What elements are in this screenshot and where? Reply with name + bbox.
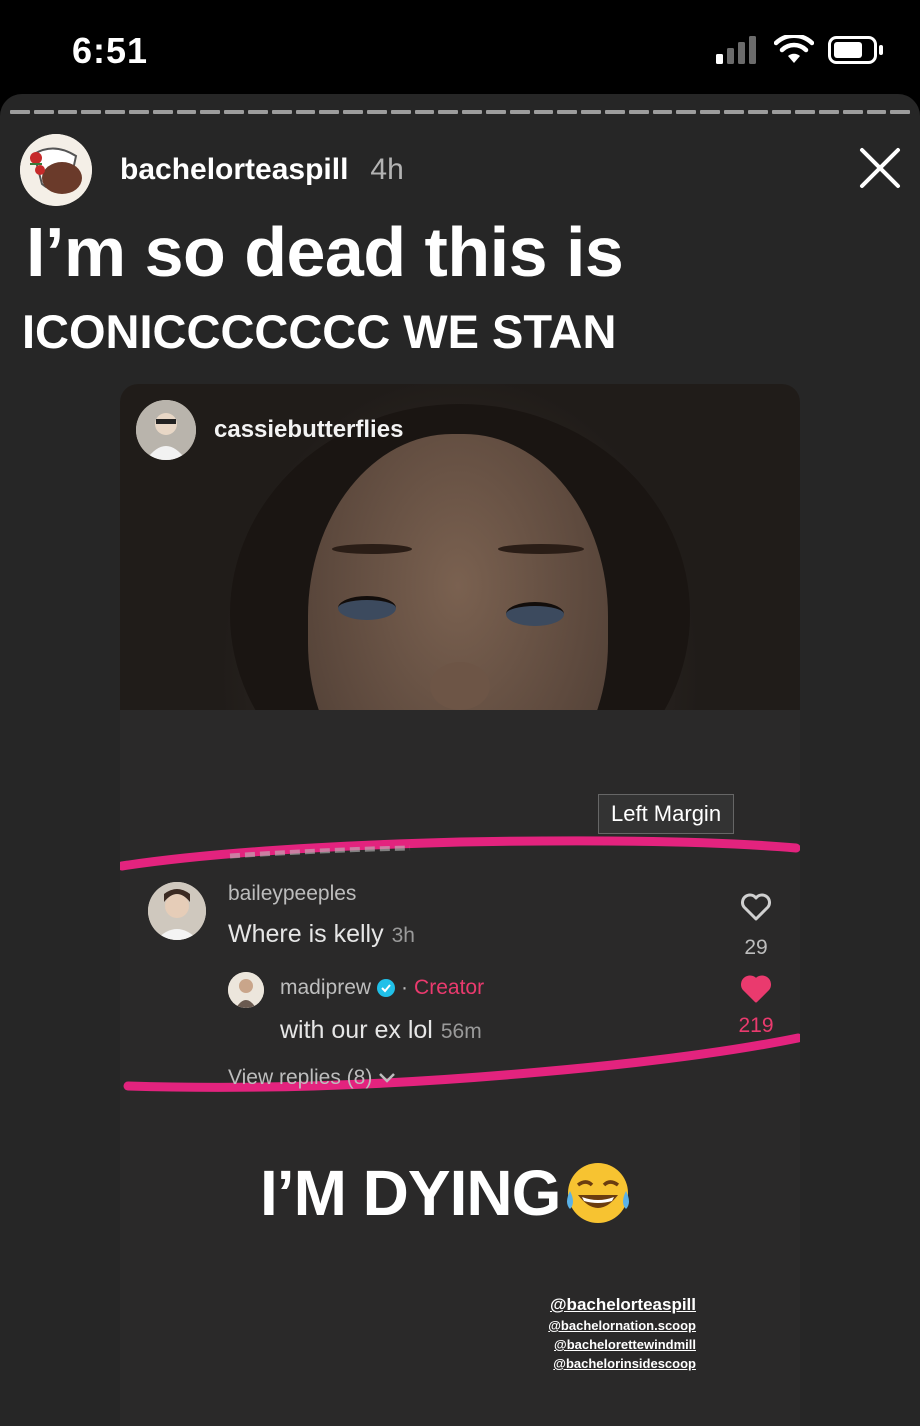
progress-segment <box>200 110 221 114</box>
status-time: 6:51 <box>72 30 149 71</box>
progress-segment <box>676 110 697 114</box>
view-replies-label: View replies (8) <box>228 1066 373 1089</box>
story-header: bachelorteaspill 4h <box>20 134 404 206</box>
progress-segment <box>128 110 149 114</box>
creator-badge: Creator <box>414 976 485 999</box>
wifi-icon <box>774 35 814 63</box>
progress-segment <box>271 110 292 114</box>
comment-body: Where is kelly <box>228 920 384 948</box>
post-user: cassiebutterflies <box>136 400 403 460</box>
story-time-ago: 4h <box>370 153 404 186</box>
highlight-line-bottom <box>123 1033 800 1092</box>
progress-segment <box>581 110 601 114</box>
progress-segment <box>747 110 768 114</box>
heart-outline-icon <box>741 893 771 921</box>
progress-segment <box>81 110 102 114</box>
story-caption-line1: I’m so dead this is <box>26 213 624 291</box>
comment-like-count: 29 <box>744 936 768 959</box>
reply-username-row: madiprew · Creator <box>280 976 484 1000</box>
comment-like-button[interactable] <box>738 892 774 927</box>
reply-separator: · <box>401 976 409 999</box>
progress-segment <box>842 110 863 114</box>
tea-spill-logo <box>20 134 92 206</box>
comment-time: 3h <box>391 924 415 947</box>
progress-segment <box>152 110 173 114</box>
progress-segment <box>57 110 78 114</box>
comment-username: baileypeeples <box>228 882 357 905</box>
progress-segment <box>247 110 268 114</box>
status-bar: 6:51 <box>0 0 920 92</box>
progress-segment <box>890 110 911 114</box>
story-caption-line2: ICONICCCCCCC WE STAN <box>22 305 617 358</box>
progress-segment <box>10 110 30 114</box>
shared-post-screenshot: cassiebutterflies Left Margin baileypeep… <box>120 384 800 1426</box>
progress-segment <box>462 110 482 114</box>
progress-segment <box>866 110 887 114</box>
reply-avatar <box>228 972 264 1008</box>
progress-segment <box>509 110 530 114</box>
video-frame: cassiebutterflies <box>120 384 800 824</box>
progress-segment <box>652 110 673 114</box>
progress-segment <box>557 110 578 114</box>
reply-username: madiprew <box>280 976 372 999</box>
heart-filled-icon <box>741 975 771 1003</box>
progress-segment <box>319 110 340 114</box>
view-replies-button[interactable]: View replies (8) <box>228 1066 396 1090</box>
progress-segment <box>700 110 720 114</box>
post-avatar <box>136 400 196 460</box>
verified-badge-icon <box>377 979 396 997</box>
cellular-signal-icon <box>716 36 756 64</box>
progress-segment <box>485 110 506 114</box>
progress-segment <box>723 110 744 114</box>
progress-segment <box>33 110 54 114</box>
dying-overlay: I’M DYING <box>260 1156 632 1230</box>
progress-segment <box>771 110 792 114</box>
progress-segment <box>819 110 839 114</box>
credit-1: @bachelorteaspill <box>549 1295 696 1314</box>
progress-segment <box>414 110 435 114</box>
progress-segment <box>343 110 363 114</box>
progress-segment <box>438 110 459 114</box>
post-username: cassiebutterflies <box>214 416 404 443</box>
dying-text: I’M DYING <box>260 1157 561 1229</box>
progress-segment <box>224 110 244 114</box>
comment-avatar <box>148 882 206 940</box>
credit-3: @bachelorettewindmill <box>554 1337 696 1352</box>
close-icon <box>860 148 900 188</box>
close-button[interactable] <box>858 146 902 190</box>
highlight-line-top <box>120 836 800 871</box>
story-avatar[interactable] <box>20 134 92 206</box>
progress-segment <box>366 110 387 114</box>
progress-segment <box>295 110 316 114</box>
progress-segment <box>604 110 625 114</box>
progress-segment <box>533 110 554 114</box>
battery-icon <box>828 36 883 64</box>
comments-section: Left Margin baileypeeples Where is kelly… <box>120 710 800 1426</box>
story-username[interactable]: bachelorteaspill <box>120 153 348 187</box>
progress-segment <box>390 110 411 114</box>
story-viewer[interactable]: bachelorteaspill 4h I’m so dead this is … <box>0 94 920 1426</box>
credit-4: @bachelorinsidescoop <box>553 1356 696 1371</box>
status-icons <box>716 32 884 68</box>
laughing-emoji-icon <box>567 1163 630 1223</box>
story-progress-bar <box>10 110 911 116</box>
progress-segment <box>628 110 649 114</box>
progress-segment <box>105 110 125 114</box>
progress-segment <box>795 110 816 114</box>
reply-like-button[interactable] <box>738 974 774 1009</box>
credits-list: @bachelorteaspill @bachelornation.scoop … <box>548 1294 696 1373</box>
comment-text: Where is kelly 3h <box>228 920 415 949</box>
credit-2: @bachelornation.scoop <box>548 1318 696 1333</box>
chevron-down-icon <box>379 1073 396 1083</box>
progress-segment <box>176 110 197 114</box>
